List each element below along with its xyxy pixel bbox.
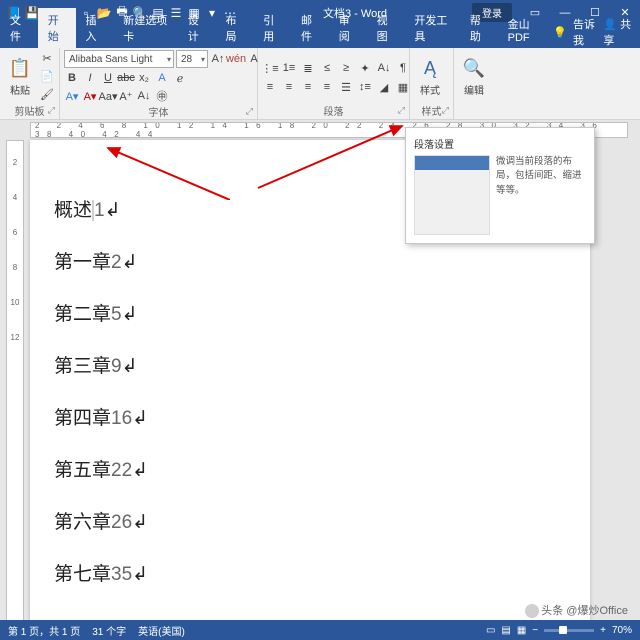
- align-justify-icon[interactable]: ≡: [319, 79, 335, 95]
- tab-home[interactable]: 开始: [38, 8, 76, 48]
- multilevel-icon[interactable]: ≣: [300, 60, 316, 76]
- styles-launcher-icon[interactable]: ⤢: [442, 105, 449, 116]
- tell-me-icon: 💡: [553, 26, 567, 39]
- sub-sup-icon[interactable]: x₂: [136, 70, 152, 86]
- zoom-out-icon[interactable]: −: [532, 625, 538, 636]
- highlight-icon[interactable]: A▾: [64, 88, 80, 104]
- tab-developer[interactable]: 开发工具: [404, 8, 460, 48]
- copy-icon[interactable]: 📄: [39, 69, 55, 85]
- tab-layout[interactable]: 布局: [216, 8, 254, 48]
- indent-inc-icon[interactable]: ≥: [338, 60, 354, 76]
- line-spacing-icon[interactable]: ↕≡: [357, 79, 373, 95]
- tab-references[interactable]: 引用: [253, 8, 291, 48]
- zoom-slider[interactable]: [544, 629, 594, 632]
- vertical-ruler[interactable]: 24681012: [6, 140, 24, 633]
- doc-line: 第六章26↲: [54, 507, 566, 534]
- tab-insert[interactable]: 插入: [76, 8, 114, 48]
- circle-char-icon[interactable]: ㊥: [154, 88, 170, 104]
- editing-button[interactable]: 🔍编辑: [458, 54, 490, 99]
- tell-me[interactable]: 告诉我: [573, 16, 597, 48]
- font-color-icon[interactable]: A▾: [82, 88, 98, 104]
- sort-icon[interactable]: A↓: [376, 60, 392, 76]
- char-shading-icon[interactable]: Aa▾: [100, 88, 116, 104]
- view-read-icon[interactable]: ▭: [486, 625, 495, 636]
- tab-view[interactable]: 视图: [367, 8, 405, 48]
- tooltip-title: 段落设置: [414, 136, 586, 151]
- bullets-icon[interactable]: ⋮≡: [262, 60, 278, 76]
- underline-icon[interactable]: U: [100, 70, 116, 86]
- status-page[interactable]: 第 1 页，共 1 页: [8, 623, 80, 638]
- show-marks-icon[interactable]: ¶: [395, 60, 411, 76]
- styles-button[interactable]: Ą样式: [414, 54, 446, 99]
- format-painter-icon[interactable]: 🖌: [39, 87, 55, 103]
- tab-newtab[interactable]: 新建选项卡: [113, 8, 177, 48]
- tab-design[interactable]: 设计: [178, 8, 216, 48]
- enclose-icon[interactable]: A⁺: [118, 88, 134, 104]
- share-btn[interactable]: 👤 共享: [603, 16, 632, 48]
- tab-jinshan[interactable]: 金山PDF: [498, 12, 554, 48]
- text-effects-icon[interactable]: A: [154, 70, 170, 86]
- font-launcher-icon[interactable]: ⤢: [246, 106, 253, 117]
- search-icon: 🔍: [462, 56, 486, 80]
- paragraph-settings-tooltip: 段落设置 微调当前段落的布局，包括间距、缩进等等。: [405, 127, 595, 244]
- tab-review[interactable]: 审阅: [329, 8, 367, 48]
- paragraph-launcher-icon[interactable]: ⤢: [398, 105, 405, 116]
- shrink-font-icon[interactable]: A↓: [136, 88, 152, 104]
- watermark: 头条 @爆炒Office: [525, 602, 628, 618]
- tab-mail[interactable]: 邮件: [291, 8, 329, 48]
- shading-icon[interactable]: ◢: [376, 79, 392, 95]
- bold-icon[interactable]: B: [64, 70, 80, 86]
- paste-icon: 📋: [8, 56, 32, 80]
- italic-icon[interactable]: I: [82, 70, 98, 86]
- doc-line: 第七章35↲: [54, 559, 566, 586]
- paste-button[interactable]: 📋 粘贴: [4, 54, 36, 99]
- doc-line: 第三章9↲: [54, 351, 566, 378]
- tab-file[interactable]: 文件: [0, 8, 38, 48]
- status-lang[interactable]: 英语(美国): [138, 623, 185, 638]
- view-print-icon[interactable]: ▤: [501, 625, 510, 636]
- align-center-icon[interactable]: ≡: [281, 79, 297, 95]
- font-size-combo[interactable]: 28: [176, 50, 208, 68]
- paragraph-label: 段落: [324, 103, 344, 118]
- styles-icon: Ą: [418, 56, 442, 80]
- indent-dec-icon[interactable]: ≤: [319, 60, 335, 76]
- zoom-in-icon[interactable]: +: [600, 625, 606, 636]
- numbering-icon[interactable]: 1≡: [281, 60, 297, 76]
- font-family-combo[interactable]: Alibaba Sans Light: [64, 50, 174, 68]
- strike-icon[interactable]: abc: [118, 70, 134, 86]
- styles-label: 样式: [422, 103, 442, 118]
- borders-icon[interactable]: ▦: [395, 79, 411, 95]
- clear-format-icon[interactable]: ℯ: [172, 70, 188, 86]
- asian-layout-icon[interactable]: ✦: [357, 60, 373, 76]
- distribute-icon[interactable]: ☰: [338, 79, 354, 95]
- align-left-icon[interactable]: ≡: [262, 79, 278, 95]
- status-words[interactable]: 31 个字: [92, 623, 126, 638]
- cut-icon[interactable]: ✂: [39, 51, 55, 67]
- doc-line: 第二章5↲: [54, 299, 566, 326]
- grow-font-icon[interactable]: A↑: [210, 51, 226, 67]
- doc-line: 第五章22↲: [54, 455, 566, 482]
- clipboard-launcher-icon[interactable]: ⤢: [48, 105, 55, 116]
- clipboard-label: 剪贴板: [15, 103, 45, 118]
- phonetic-icon[interactable]: wén: [228, 51, 244, 67]
- align-right-icon[interactable]: ≡: [300, 79, 316, 95]
- view-web-icon[interactable]: ▦: [517, 625, 526, 636]
- doc-line: 第四章16↲: [54, 403, 566, 430]
- tab-help[interactable]: 帮助: [460, 8, 498, 48]
- tooltip-preview-icon: [414, 155, 490, 235]
- font-label: 字体: [149, 104, 169, 119]
- zoom-level[interactable]: 70%: [612, 625, 632, 636]
- doc-line: 第一章2↲: [54, 247, 566, 274]
